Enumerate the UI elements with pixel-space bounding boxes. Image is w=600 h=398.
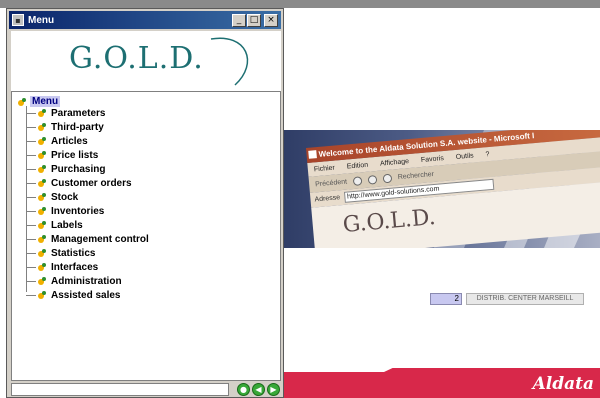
browser-menu-item: Fichier <box>313 164 336 173</box>
leaf-icon <box>38 108 48 118</box>
tree-item-label: Labels <box>51 219 83 231</box>
logo-arc-icon <box>210 37 249 86</box>
leaf-icon <box>38 234 48 244</box>
tree-item-label: Parameters <box>51 107 106 119</box>
leaf-icon <box>38 262 48 272</box>
page-logo: G.O.L.D. <box>341 205 437 239</box>
ie-icon <box>308 150 317 159</box>
minimize-button[interactable]: _ <box>232 13 246 27</box>
tree-item-label: Assisted sales <box>51 289 121 301</box>
go-button[interactable]: ● <box>237 383 250 396</box>
browser-screenshot: Welcome to the Aldata Solution S.A. webs… <box>306 130 600 248</box>
tree-item-label: Price lists <box>51 149 99 161</box>
leaf-icon <box>38 178 48 188</box>
tree-item-label: Purchasing <box>51 163 106 175</box>
tree-item-label: Stock <box>51 191 79 203</box>
logo-pane: G.O.L.D. <box>11 31 281 91</box>
tree-item-label: Articles <box>51 135 88 147</box>
tree-item-assisted-sales[interactable]: Assisted sales <box>26 288 121 302</box>
gold-logo: G.O.L.D. <box>69 41 204 76</box>
stop-icon <box>352 175 363 186</box>
footer-wedge <box>284 358 414 372</box>
tree-item-articles[interactable]: Articles <box>26 134 88 148</box>
leaf-icon <box>38 248 48 258</box>
leaf-icon <box>38 206 48 216</box>
tree-item-label: Statistics <box>51 247 96 259</box>
leaf-icon <box>38 220 48 230</box>
tree-item-labels[interactable]: Labels <box>26 218 83 232</box>
address-label: Adresse <box>314 194 341 204</box>
banner-image: Welcome to the Aldata Solution S.A. webs… <box>284 130 600 248</box>
bottom-bar: ● ◀ ▶ <box>11 383 281 397</box>
tree-item-stock[interactable]: Stock <box>26 190 78 204</box>
counter-field[interactable]: 2 <box>430 293 462 305</box>
refresh-icon <box>367 174 378 185</box>
top-border <box>0 0 600 8</box>
home-icon <box>382 173 393 183</box>
tree-item-third-party[interactable]: Third-party <box>26 120 104 134</box>
leaf-icon <box>38 290 48 300</box>
command-input[interactable] <box>11 383 229 396</box>
tree-item-administration[interactable]: Administration <box>26 274 122 288</box>
tree-item-label: Inventories <box>51 205 105 217</box>
browser-menu-item: Affichage <box>379 157 410 168</box>
leaf-icon <box>38 122 48 132</box>
tree-item-price-lists[interactable]: Price lists <box>26 148 98 162</box>
tree-item-interfaces[interactable]: Interfaces <box>26 260 98 274</box>
folder-icon <box>18 97 28 107</box>
website-area: Welcome to the Aldata Solution S.A. webs… <box>284 8 600 398</box>
leaf-icon <box>38 276 48 286</box>
window-title: Menu <box>28 14 55 26</box>
tree-item-label: Administration <box>51 275 122 287</box>
tree-item-statistics[interactable]: Statistics <box>26 246 95 260</box>
menu-tree: Menu Parameters Third-party Articles Pri… <box>11 91 281 381</box>
tree-item-customer-orders[interactable]: Customer orders <box>26 176 132 190</box>
leaf-icon <box>38 192 48 202</box>
back-label: Précédent <box>314 178 348 188</box>
tree-item-label: Third-party <box>51 121 104 133</box>
tree-item-inventories[interactable]: Inventories <box>26 204 104 218</box>
maximize-button[interactable]: □ <box>247 13 261 27</box>
menu-window: ▪ Menu _ □ × G.O.L.D. Menu Parameters Th… <box>6 8 284 398</box>
tree-item-label: Customer orders <box>51 177 132 189</box>
browser-menu-item: ? <box>485 150 490 158</box>
close-button[interactable]: × <box>264 13 278 27</box>
aldata-logo: Aldata <box>532 374 594 394</box>
tree-item-label: Interfaces <box>51 261 99 273</box>
search-label: Rechercher <box>397 170 435 181</box>
app-icon: ▪ <box>12 14 24 26</box>
tree-item-parameters[interactable]: Parameters <box>26 106 105 120</box>
tree-item-management-control[interactable]: Management control <box>26 232 149 246</box>
leaf-icon <box>38 136 48 146</box>
distribution-center-label: DISTRIB. CENTER MARSEILL <box>466 293 584 305</box>
browser-menu-item: Outils <box>455 151 474 161</box>
title-bar[interactable]: ▪ Menu _ □ × <box>9 11 281 29</box>
prev-button[interactable]: ◀ <box>252 383 265 396</box>
tree-item-label: Management control <box>51 233 149 245</box>
browser-menu-item: Favoris <box>420 154 445 164</box>
tree-item-purchasing[interactable]: Purchasing <box>26 162 105 176</box>
leaf-icon <box>38 164 48 174</box>
leaf-icon <box>38 150 48 160</box>
next-button[interactable]: ▶ <box>267 383 280 396</box>
browser-menu-item: Edition <box>346 161 369 171</box>
